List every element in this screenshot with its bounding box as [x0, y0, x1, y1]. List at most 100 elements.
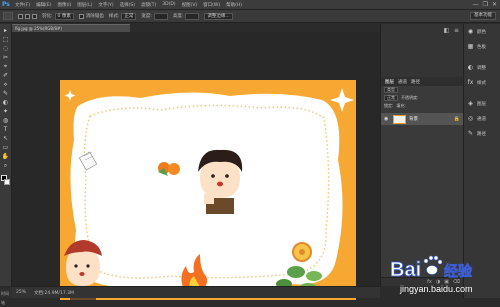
dock-item-channels[interactable]: ◎ 通道: [464, 111, 500, 126]
dock-item-label: 样式: [477, 80, 486, 86]
width-input[interactable]: [153, 12, 168, 20]
add-selection-icon[interactable]: [25, 13, 30, 19]
lasso-tool-icon[interactable]: ◌: [1, 45, 10, 53]
menu-select[interactable]: 选择(S): [117, 2, 138, 8]
style-label: 样式:: [108, 14, 120, 19]
lock-label: 锁定:: [384, 103, 394, 108]
visibility-eye-icon[interactable]: ◉: [384, 116, 390, 122]
antialias-checkbox[interactable]: [78, 13, 84, 19]
feather-group: 羽化: 0 像素: [42, 12, 74, 20]
dock-item-label: 颜色: [477, 29, 486, 35]
tools-panel: ▸ ⬚ ◌ ✂ ⌖ ✐ ⟡ ✎ ◐ ✦ ◍ T ↖ ▭ ✋ ⌕: [0, 24, 12, 286]
adjust-icon: ◐: [467, 64, 474, 71]
menu-bar: Ps 文件(F) 编辑(E) 图像(I) 图层(L) 文字(Y) 选择(S) 滤…: [0, 0, 500, 10]
lock-icon: 🔒: [453, 116, 460, 122]
shape-tool-icon[interactable]: ▭: [1, 144, 10, 152]
text-tool-icon[interactable]: T: [1, 126, 10, 134]
layers-panel-tabs: 图层 通道 路径: [381, 77, 463, 86]
dock-item-adjustments[interactable]: ◐ 调整: [464, 60, 500, 75]
color-swatches[interactable]: [0, 175, 11, 186]
paths-icon: ✎: [467, 130, 474, 137]
antialias-group: 消除锯齿: [78, 13, 104, 19]
history-brush-icon[interactable]: ◐: [1, 99, 10, 107]
status-bar: 25% 文档:24.9M/17.3M: [12, 286, 380, 298]
dock-item-paths[interactable]: ✎ 路径: [464, 126, 500, 141]
canvas-artwork: [60, 80, 356, 300]
watermark-brand: Bai: [390, 259, 421, 281]
antialias-label: 消除锯齿: [85, 14, 104, 19]
menu-edit[interactable]: 编辑(E): [33, 2, 54, 8]
stamp-tool-icon[interactable]: ✎: [1, 90, 10, 98]
layer-kind-filter[interactable]: 类型: [384, 87, 398, 93]
height-input[interactable]: [185, 12, 200, 20]
menu-view[interactable]: 视图(V): [179, 2, 201, 8]
width-label: 宽度:: [141, 14, 152, 19]
background-color[interactable]: [3, 179, 10, 185]
fill-label: 填充:: [396, 103, 406, 108]
menu-window[interactable]: 窗口(W): [200, 2, 223, 8]
dodge-tool-icon[interactable]: ◍: [1, 117, 10, 125]
layers-icon: ◈: [468, 100, 473, 107]
style-group: 样式: 正常: [108, 12, 137, 20]
document-size: 文档:24.9M/17.3M: [34, 290, 74, 296]
style-select[interactable]: 正常: [121, 12, 137, 20]
menu-3d[interactable]: 3D(D): [159, 2, 178, 7]
height-label: 高度:: [172, 14, 184, 19]
dock-item-layers[interactable]: ◈ 图层: [464, 96, 500, 111]
eyedropper-tool-icon[interactable]: ⌖: [1, 63, 10, 71]
options-bar: 羽化: 0 像素 消除锯齿 样式: 正常 宽度: 高度: 调整边缘... 基本功…: [0, 10, 500, 23]
brush-tool-icon[interactable]: ⟡: [1, 81, 10, 89]
dock-item-label: 调整: [477, 65, 486, 71]
panel-menu-icon[interactable]: ≡: [453, 27, 460, 34]
feather-input[interactable]: 0 像素: [54, 12, 74, 20]
tab-layers[interactable]: 图层: [385, 79, 394, 85]
dock-item-swatches[interactable]: ▦ 色板: [464, 39, 500, 54]
opacity-label: 不透明度:: [401, 95, 419, 100]
move-tool-icon[interactable]: ▸: [1, 27, 10, 35]
minimize-button[interactable]: —: [473, 1, 479, 8]
layer-item-background[interactable]: ◉ 背景 🔒: [381, 113, 463, 125]
channels-icon: ◎: [467, 115, 474, 122]
zoom-level[interactable]: 25%: [16, 290, 26, 295]
tab-paths[interactable]: 路径: [411, 79, 420, 85]
refine-edge-button[interactable]: 调整边缘...: [204, 12, 233, 20]
dock-item-label: 路径: [477, 131, 486, 137]
menu-type[interactable]: 文字(Y): [95, 2, 116, 8]
marquee-tool-icon[interactable]: ⬚: [1, 36, 10, 44]
dock-item-color[interactable]: ◉ 颜色: [464, 24, 500, 39]
zoom-tool-icon[interactable]: ⌕: [1, 162, 10, 170]
watermark-suffix: 经验: [444, 263, 473, 280]
color-icon: ◉: [467, 28, 474, 35]
watermark-url: jingyan.baidu.com: [399, 284, 473, 294]
hand-tool-icon[interactable]: ✋: [1, 153, 10, 161]
layer-name: 背景: [409, 117, 418, 122]
dock-item-label: 色板: [477, 44, 486, 50]
document-tab[interactable]: fig.jpg @ 25%(RGB/8#): [12, 24, 130, 32]
collapse-panels-icon[interactable]: ◧: [443, 27, 450, 34]
tool-preset-picker[interactable]: [3, 12, 13, 20]
document-canvas[interactable]: [60, 80, 356, 300]
blend-row: 正常 不透明度:: [381, 94, 463, 102]
baidu-jingyan-watermark: Bai 经验 jingyan.baidu.com: [388, 246, 496, 298]
menu-filter[interactable]: 滤镜(T): [138, 2, 159, 8]
path-select-tool-icon[interactable]: ↖: [1, 135, 10, 143]
healing-tool-icon[interactable]: ✐: [1, 72, 10, 80]
eraser-tool-icon[interactable]: ✦: [1, 108, 10, 116]
crop-tool-icon[interactable]: ✂: [1, 54, 10, 62]
workspace-switcher[interactable]: 基本功能: [470, 12, 496, 20]
tab-channels[interactable]: 通道: [398, 79, 407, 85]
close-button[interactable]: ✕: [492, 1, 497, 8]
menu-file[interactable]: 文件(F): [12, 2, 33, 8]
menu-image[interactable]: 图像(I): [54, 2, 74, 8]
restore-button[interactable]: ❐: [483, 1, 488, 8]
menu-layer[interactable]: 图层(L): [74, 2, 95, 8]
menu-help[interactable]: 帮助(H): [223, 2, 245, 8]
subtract-selection-icon[interactable]: [32, 13, 37, 19]
canvas-workspace[interactable]: [12, 32, 380, 300]
app-logo: Ps: [2, 1, 10, 8]
selection-mode-group: [18, 13, 37, 19]
timeline-tab[interactable]: 时间轴: [0, 289, 12, 305]
dock-item-styles[interactable]: fx 样式: [464, 75, 500, 90]
new-selection-icon[interactable]: [18, 13, 23, 19]
blend-mode-select[interactable]: 正常: [384, 95, 398, 101]
